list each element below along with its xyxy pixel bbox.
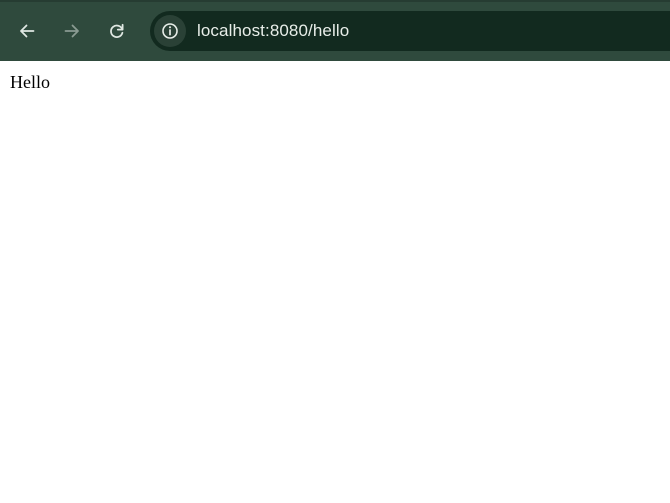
arrow-right-icon: [64, 24, 79, 38]
address-bar[interactable]: localhost:8080/hello: [150, 11, 670, 51]
site-info-button[interactable]: [154, 15, 186, 47]
browser-toolbar: localhost:8080/hello: [0, 0, 670, 61]
page-content: Hello: [0, 61, 670, 503]
info-circle-icon: [162, 23, 178, 39]
reload-button[interactable]: [101, 15, 133, 47]
toolbar-top-border: [0, 0, 670, 2]
back-button[interactable]: [11, 15, 43, 47]
reload-icon: [110, 23, 124, 38]
hello-text: Hello: [10, 72, 50, 92]
browser-window: localhost:8080/hello Hello: [0, 0, 670, 503]
url-text[interactable]: localhost:8080/hello: [197, 20, 349, 42]
forward-button[interactable]: [56, 15, 88, 47]
arrow-left-icon: [20, 24, 35, 38]
